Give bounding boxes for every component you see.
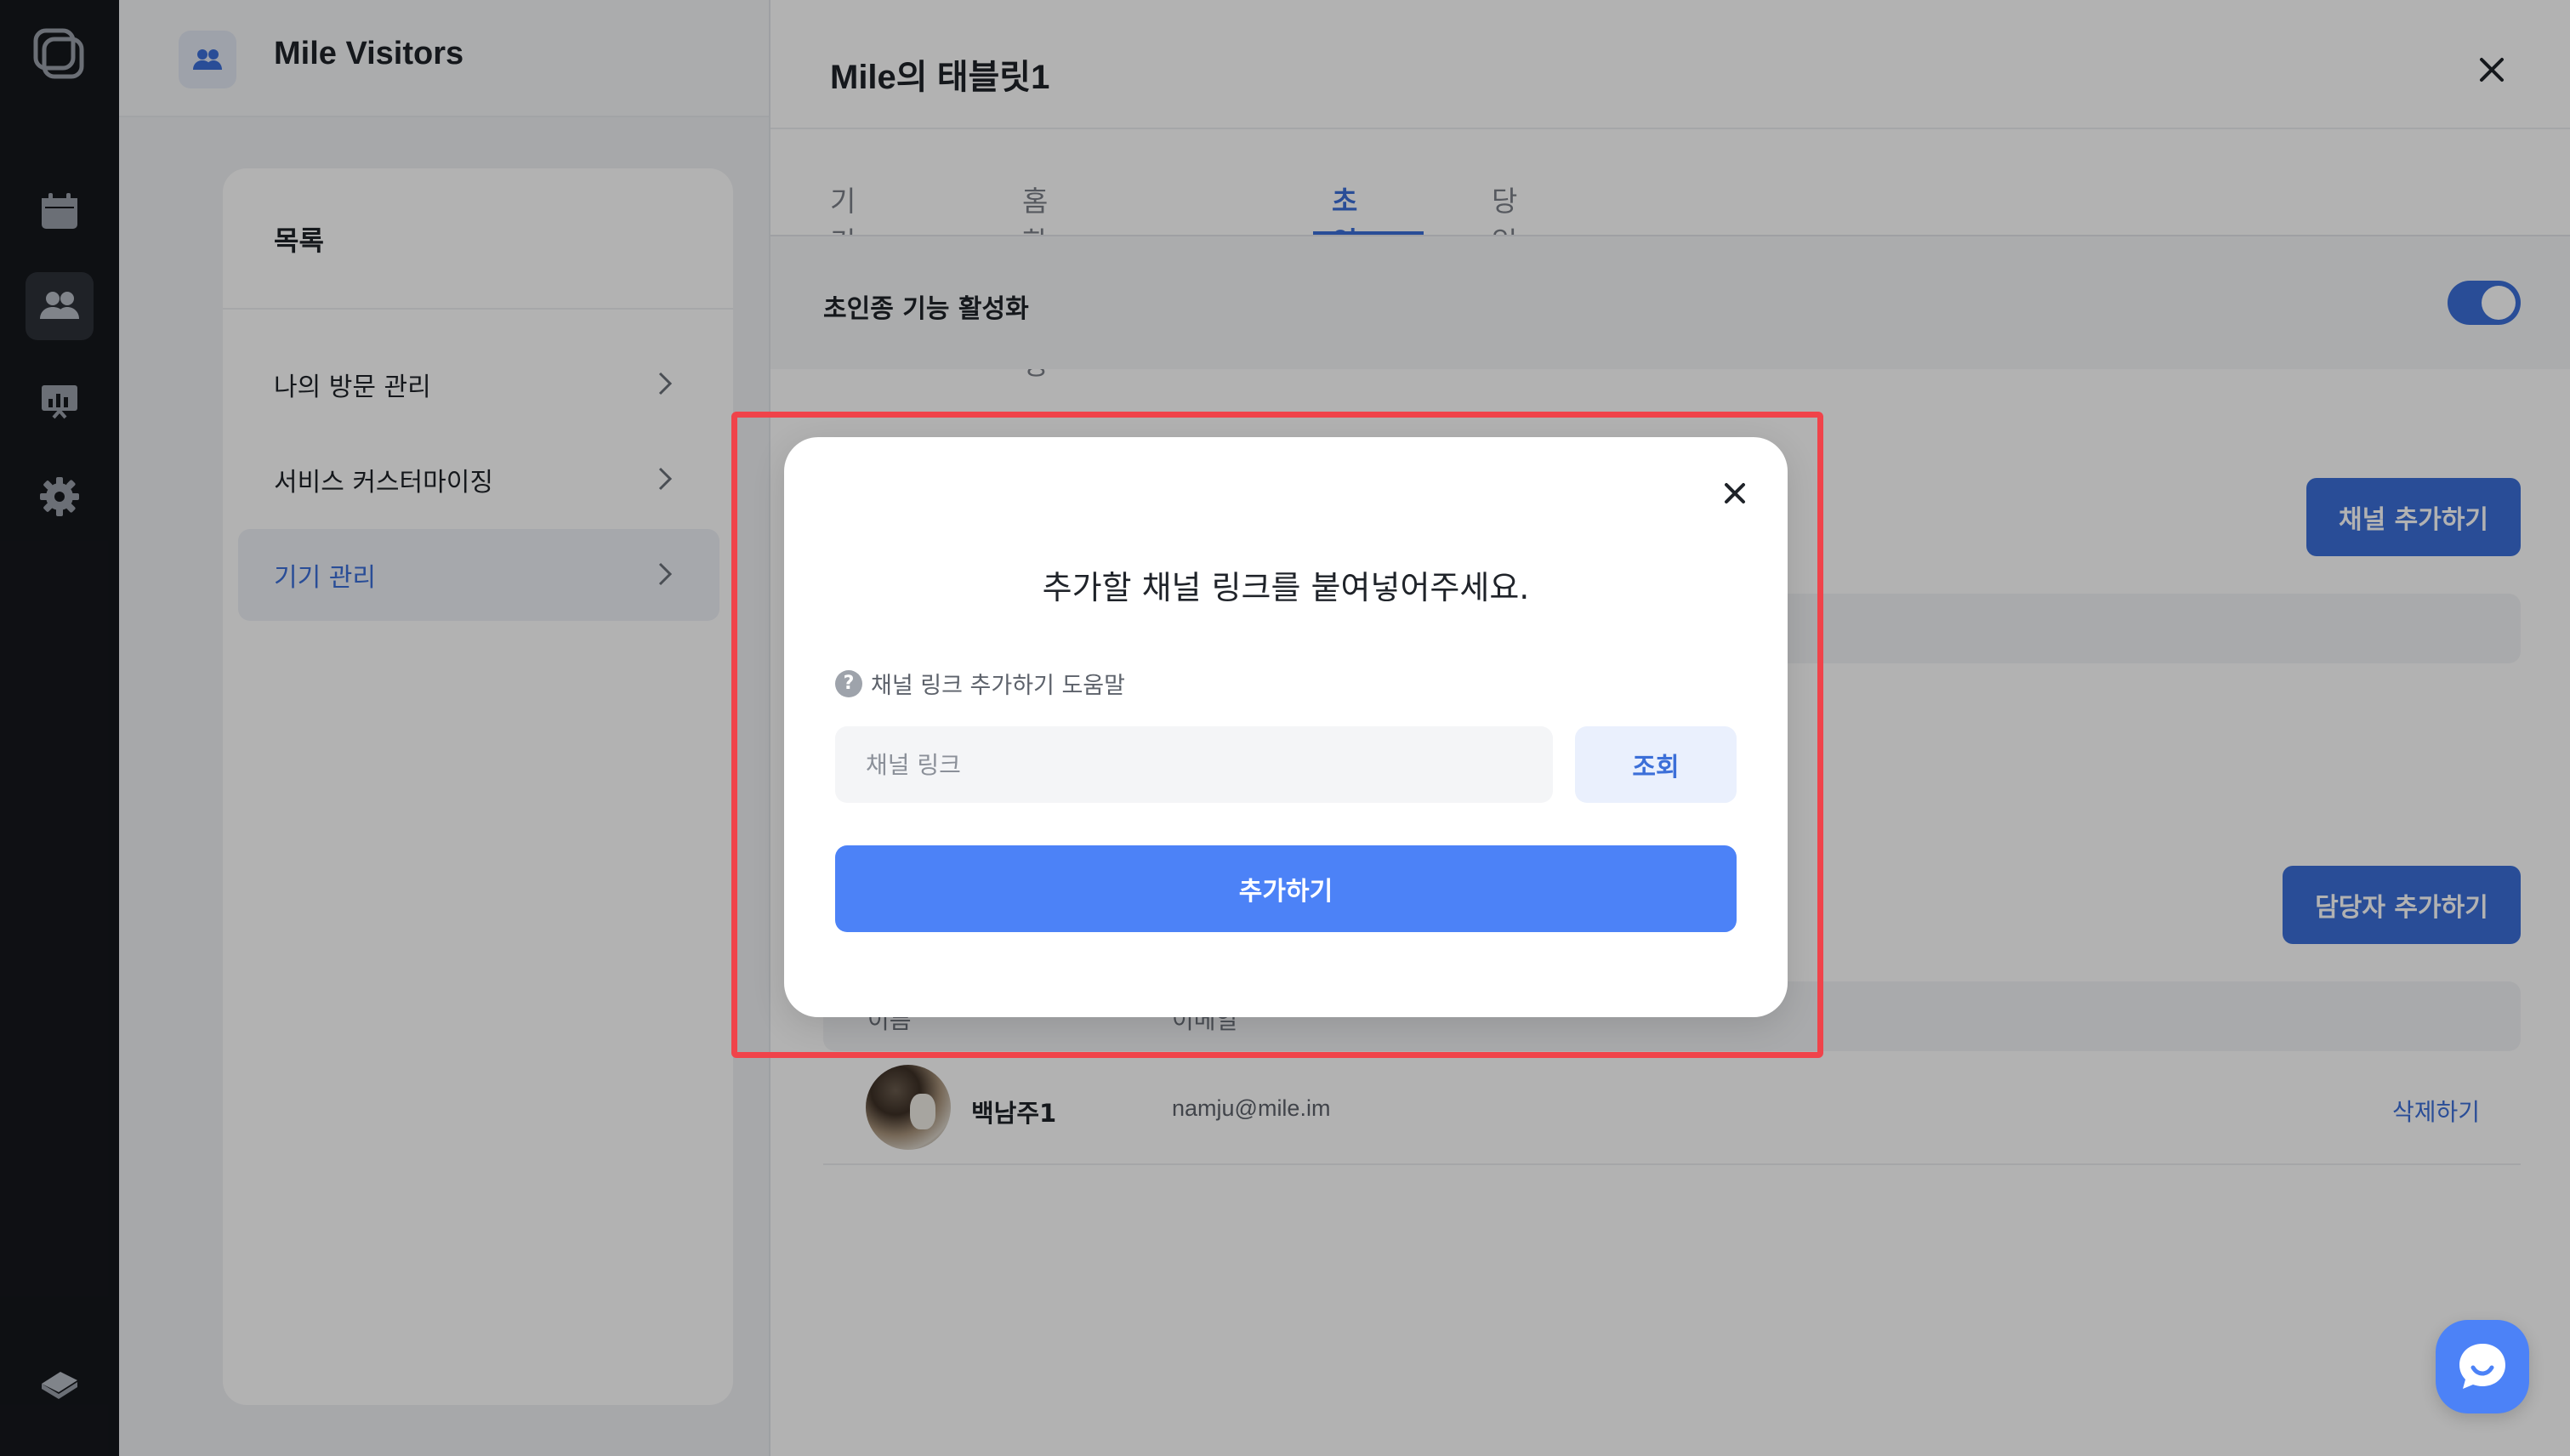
chat-icon — [2459, 1344, 2505, 1389]
chat-button[interactable] — [2436, 1320, 2529, 1413]
close-icon[interactable] — [1718, 476, 1752, 510]
add-button[interactable]: 추가하기 — [835, 845, 1737, 932]
add-channel-modal: 추가할 채널 링크를 붙여넣어주세요. ? 채널 링크 추가하기 도움말 조회 … — [784, 437, 1788, 1017]
lookup-button[interactable]: 조회 — [1575, 726, 1737, 803]
modal-title: 추가할 채널 링크를 붙여넣어주세요. — [1042, 569, 1530, 606]
help-text: 채널 링크 추가하기 도움말 — [871, 673, 1125, 699]
question-icon: ? — [835, 669, 862, 697]
channel-link-input[interactable] — [835, 726, 1553, 803]
help-link[interactable]: ? 채널 링크 추가하기 도움말 — [835, 667, 1125, 700]
